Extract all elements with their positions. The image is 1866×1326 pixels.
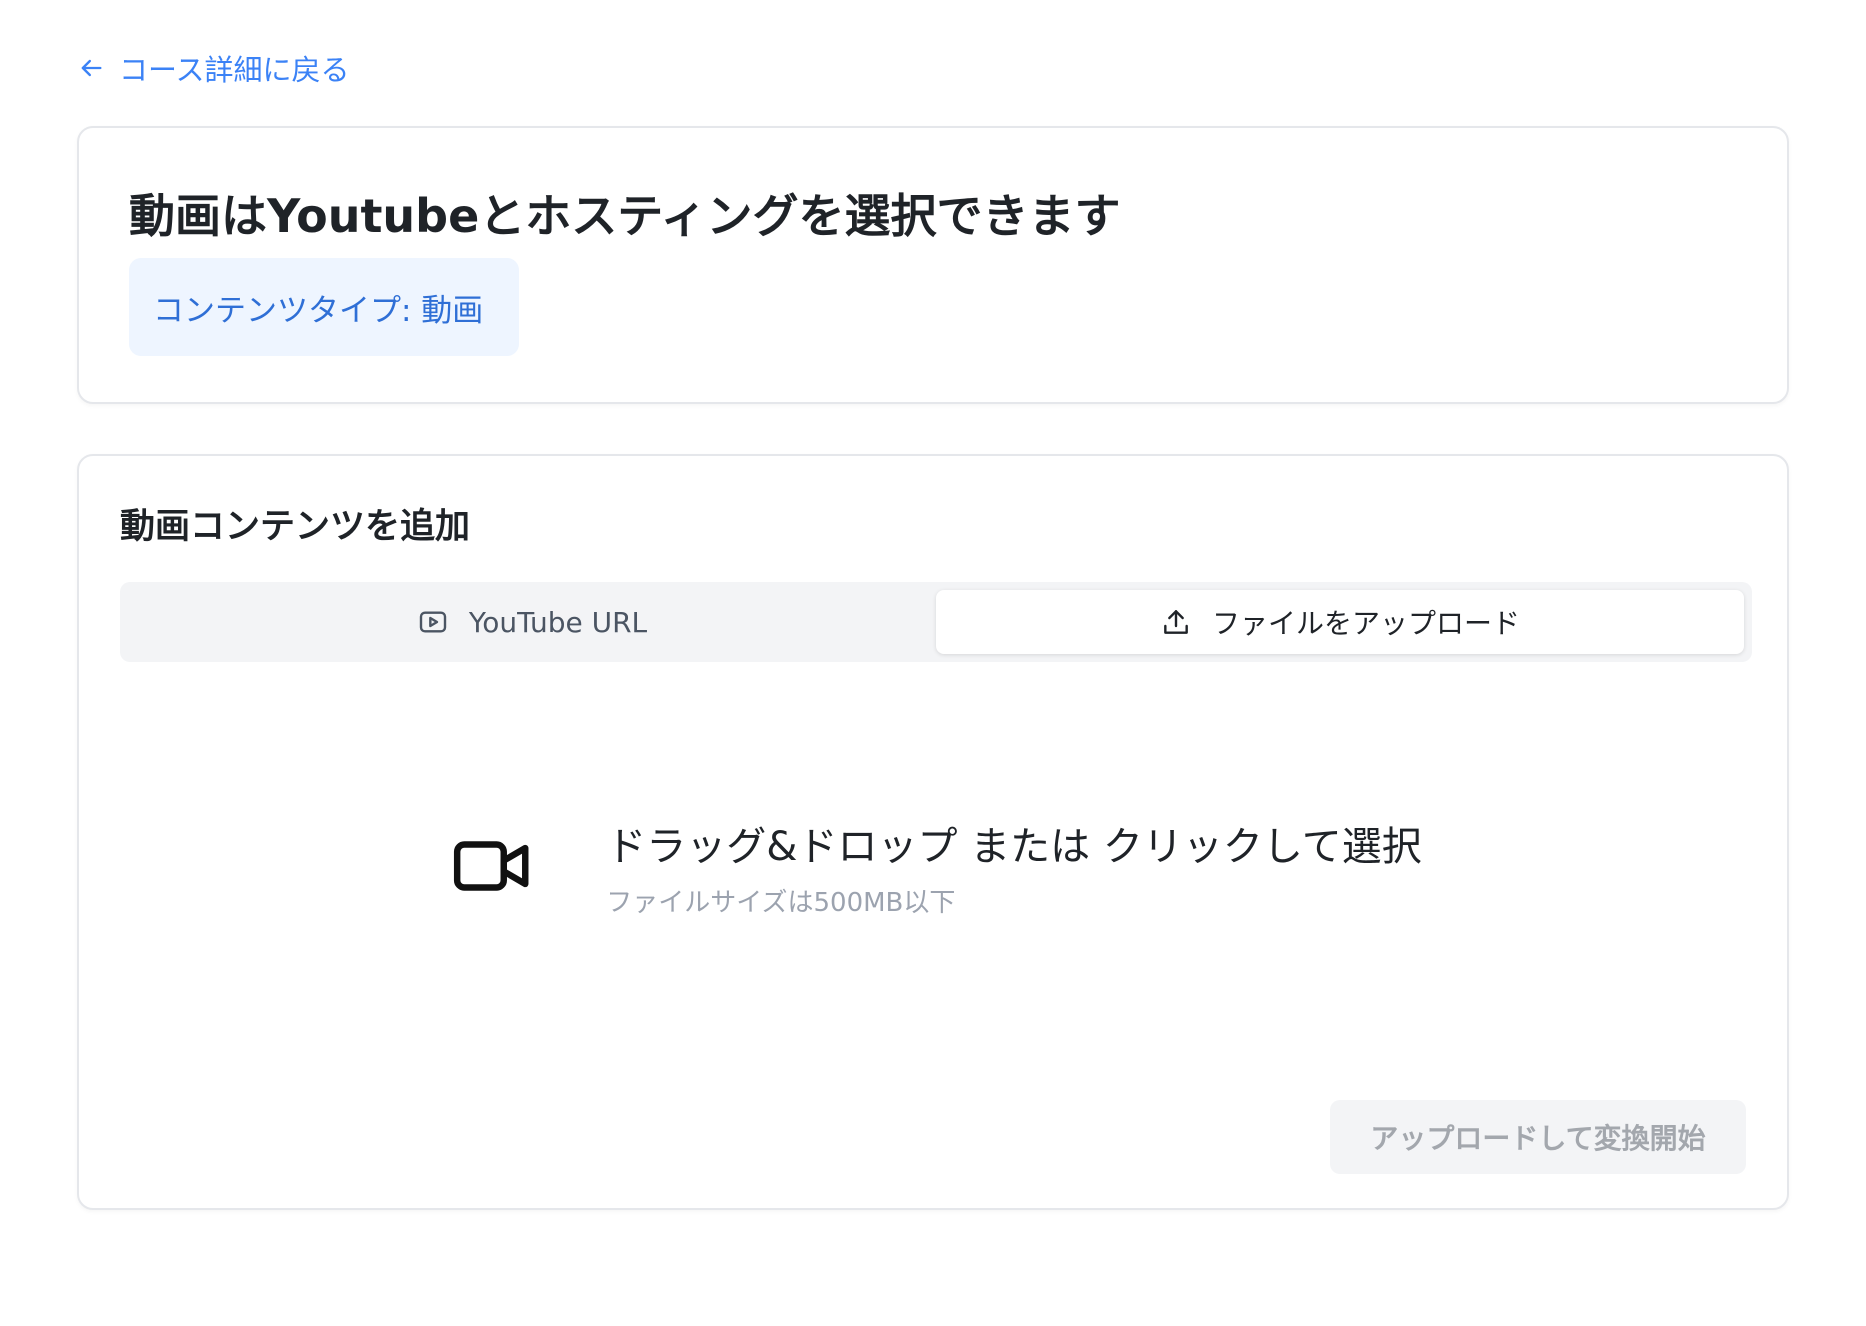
tab-youtube-url-label: YouTube URL bbox=[468, 605, 648, 639]
upload-and-convert-button[interactable]: アップロードして変換開始 bbox=[1330, 1100, 1746, 1174]
youtube-play-icon bbox=[419, 611, 447, 633]
tab-file-upload[interactable]: ファイルをアップロード bbox=[936, 590, 1744, 654]
add-video-title: 動画コンテンツを追加 bbox=[120, 507, 471, 547]
content-type-badge: コンテンツタイプ: 動画 bbox=[129, 258, 519, 356]
file-dropzone[interactable]: ドラッグ&ドロップ または クリックして選択 ファイルサイズは500MB以下 bbox=[120, 706, 1752, 1026]
back-link-label[interactable]: コース詳細に戻る bbox=[119, 47, 350, 89]
add-video-card: 動画コンテンツを追加 YouTube URL ファイルをアップロード ドラッグ&… bbox=[77, 454, 1789, 1210]
upload-icon bbox=[1164, 610, 1188, 634]
tab-youtube-url[interactable]: YouTube URL bbox=[128, 590, 936, 654]
source-tabs: YouTube URL ファイルをアップロード bbox=[120, 582, 1752, 662]
page: コース詳細に戻る 動画はYoutubeとホスティングを選択できます コンテンツタ… bbox=[0, 0, 1866, 1326]
content-info-card: 動画はYoutubeとホスティングを選択できます コンテンツタイプ: 動画 bbox=[77, 126, 1789, 404]
back-to-course-link[interactable]: コース詳細に戻る bbox=[77, 48, 350, 88]
tab-file-upload-label: ファイルをアップロード bbox=[1211, 607, 1520, 640]
page-title: 動画はYoutubeとホスティングを選択できます bbox=[129, 189, 1121, 243]
file-size-limit: ファイルサイズは500MB以下 bbox=[606, 887, 956, 918]
dropzone-text: ドラッグ&ドロップ または クリックして選択 ファイルサイズは500MB以下 bbox=[606, 814, 1421, 919]
video-camera-icon bbox=[454, 841, 529, 891]
dropzone-instruction: ドラッグ&ドロップ または クリックして選択 bbox=[606, 823, 1422, 870]
arrow-left-icon bbox=[81, 59, 102, 77]
